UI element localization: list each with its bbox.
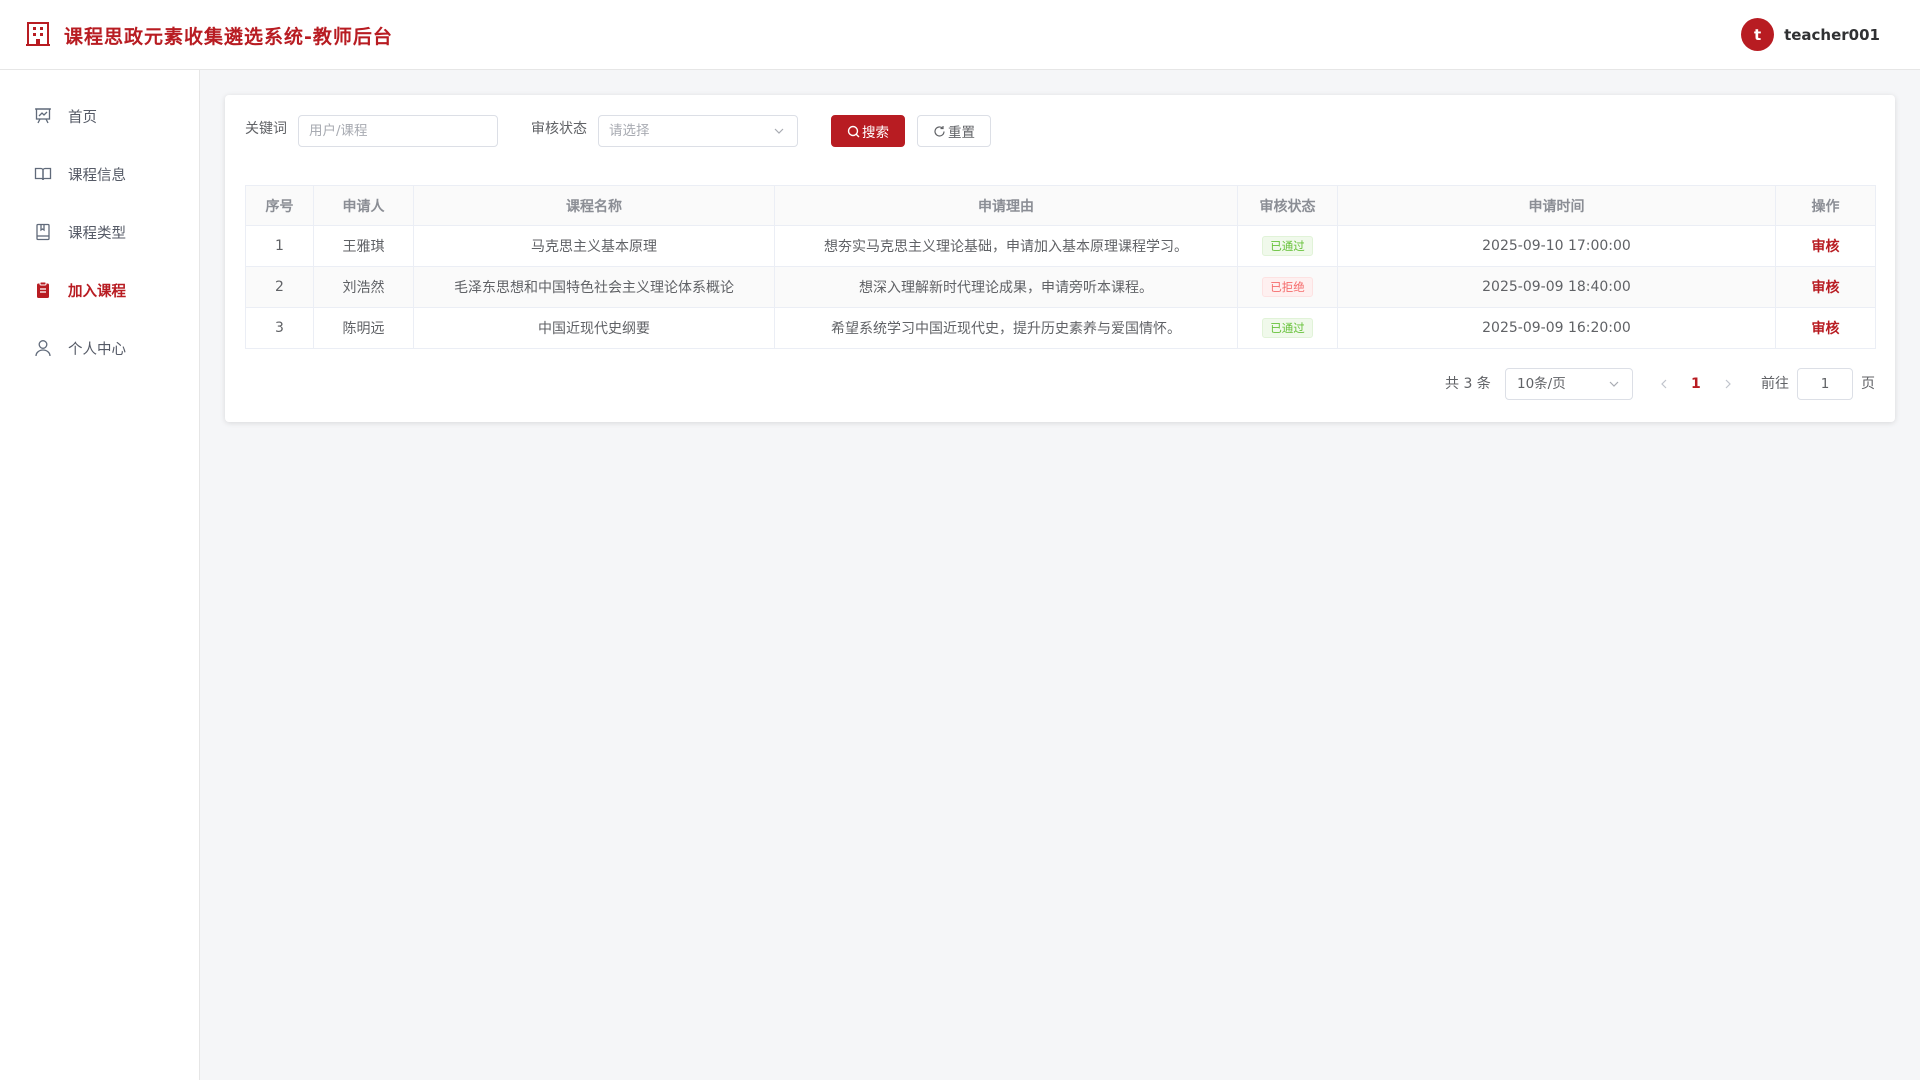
content-card: 关键词 用户/课程 审核状态 请选择 搜索 重置 序号 申请人 课程名称 申请理… (225, 95, 1895, 422)
keyword-placeholder: 用户/课程 (309, 123, 368, 139)
next-page-icon[interactable] (1722, 378, 1734, 390)
avatar[interactable]: t (1741, 18, 1775, 51)
cell-applicant: 刘浩然 (313, 266, 414, 308)
goto-label: 前往 (1761, 376, 1789, 392)
refresh-icon (934, 125, 945, 137)
sidebar-item-course-info[interactable]: 课程信息 (0, 149, 199, 199)
notebook-icon (36, 223, 50, 241)
column-header: 申请人 (313, 185, 414, 226)
page-suffix: 页 (1861, 376, 1875, 392)
status-badge: 已通过 (1262, 318, 1313, 338)
search-icon (847, 125, 860, 137)
sidebar-item-profile[interactable]: 个人中心 (0, 323, 199, 373)
page-number-current[interactable]: 1 (1691, 368, 1701, 400)
cell-reason: 想深入理解新时代理论成果，申请旁听本课程。 (774, 266, 1238, 308)
cell-action: 审核 (1775, 307, 1876, 349)
page-size-select[interactable]: 10条/页 (1505, 368, 1633, 400)
search-button-label: 搜索 (862, 125, 889, 141)
prev-page-icon[interactable] (1658, 378, 1670, 390)
clipboard-icon (37, 281, 49, 298)
sidebar-item-home[interactable]: 首页 (0, 91, 199, 141)
user-menu[interactable]: t teacher001 (1741, 18, 1880, 51)
username[interactable]: teacher001 (1784, 26, 1880, 44)
cell-status: 已通过 (1237, 225, 1338, 267)
reset-button-label: 重置 (948, 125, 975, 141)
cell-reason: 希望系统学习中国近现代史，提升历史素养与爱国情怀。 (774, 307, 1238, 349)
sidebar-item-label: 课程信息 (68, 167, 126, 184)
cell-course: 马克思主义基本原理 (413, 225, 775, 267)
presentation-icon (35, 108, 51, 124)
audit-link[interactable]: 审核 (1812, 280, 1840, 296)
search-button[interactable]: 搜索 (831, 115, 905, 147)
audit-link[interactable]: 审核 (1812, 321, 1840, 337)
cell-time: 2025-09-09 16:20:00 (1337, 307, 1776, 349)
status-badge: 已拒绝 (1262, 277, 1313, 297)
sidebar-item-label: 加入课程 (68, 283, 126, 300)
column-header: 申请时间 (1337, 185, 1776, 226)
cell-action: 审核 (1775, 225, 1876, 267)
application-table: 序号 申请人 课程名称 申请理由 审核状态 申请时间 操作 1 王雅琪 马克思主… (245, 185, 1876, 349)
cell-index: 1 (245, 225, 314, 267)
book-open-icon (34, 167, 52, 181)
status-select[interactable]: 请选择 (598, 115, 798, 147)
sidebar-item-join-course[interactable]: 加入课程 (0, 265, 199, 315)
audit-link[interactable]: 审核 (1812, 239, 1840, 255)
keyword-input[interactable]: 用户/课程 (298, 115, 498, 147)
top-header: 课程思政元素收集遴选系统-教师后台 t teacher001 (0, 0, 1920, 70)
chevron-down-icon (774, 128, 784, 134)
cell-status: 已通过 (1237, 307, 1338, 349)
cell-applicant: 陈明远 (313, 307, 414, 349)
keyword-label: 关键词 (245, 121, 287, 137)
cell-status: 已拒绝 (1237, 266, 1338, 308)
table-row: 2 刘浩然 毛泽东思想和中国特色社会主义理论体系概论 想深入理解新时代理论成果，… (245, 266, 1876, 308)
status-label: 审核状态 (531, 121, 587, 137)
app-title: 课程思政元素收集遴选系统-教师后台 (64, 26, 393, 48)
page-size-value: 10条/页 (1517, 376, 1566, 392)
goto-page-value: 1 (1820, 376, 1830, 392)
cell-time: 2025-09-09 18:40:00 (1337, 266, 1776, 308)
table-row: 3 陈明远 中国近现代史纲要 希望系统学习中国近现代史，提升历史素养与爱国情怀。… (245, 307, 1876, 349)
user-icon (35, 340, 51, 357)
status-placeholder: 请选择 (609, 123, 650, 139)
cell-index: 3 (245, 307, 314, 349)
pagination-total: 共 3 条 (1445, 376, 1491, 392)
sidebar-item-label: 首页 (68, 109, 97, 126)
cell-applicant: 王雅琪 (313, 225, 414, 267)
cell-reason: 想夯实马克思主义理论基础，申请加入基本原理课程学习。 (774, 225, 1238, 267)
column-header: 申请理由 (774, 185, 1238, 226)
cell-course: 毛泽东思想和中国特色社会主义理论体系概论 (413, 266, 775, 308)
table-row: 1 王雅琪 马克思主义基本原理 想夯实马克思主义理论基础，申请加入基本原理课程学… (245, 225, 1876, 267)
goto-page-input[interactable]: 1 (1797, 368, 1853, 400)
column-header: 课程名称 (413, 185, 775, 226)
sidebar: 首页 课程信息 课程类型 加入课程 个人中心 (0, 70, 200, 1080)
cell-time: 2025-09-10 17:00:00 (1337, 225, 1776, 267)
column-header: 操作 (1775, 185, 1876, 226)
cell-action: 审核 (1775, 266, 1876, 308)
column-header: 审核状态 (1237, 185, 1338, 226)
status-badge: 已通过 (1262, 236, 1313, 256)
column-header: 序号 (245, 185, 314, 226)
sidebar-item-label: 个人中心 (68, 341, 126, 358)
table-header-row: 序号 申请人 课程名称 申请理由 审核状态 申请时间 操作 (245, 185, 1876, 226)
cell-course: 中国近现代史纲要 (413, 307, 775, 349)
sidebar-item-label: 课程类型 (68, 225, 126, 242)
reset-button[interactable]: 重置 (917, 115, 991, 147)
sidebar-item-course-type[interactable]: 课程类型 (0, 207, 199, 257)
cell-index: 2 (245, 266, 314, 308)
building-icon (26, 22, 50, 46)
chevron-down-icon (1609, 381, 1619, 387)
